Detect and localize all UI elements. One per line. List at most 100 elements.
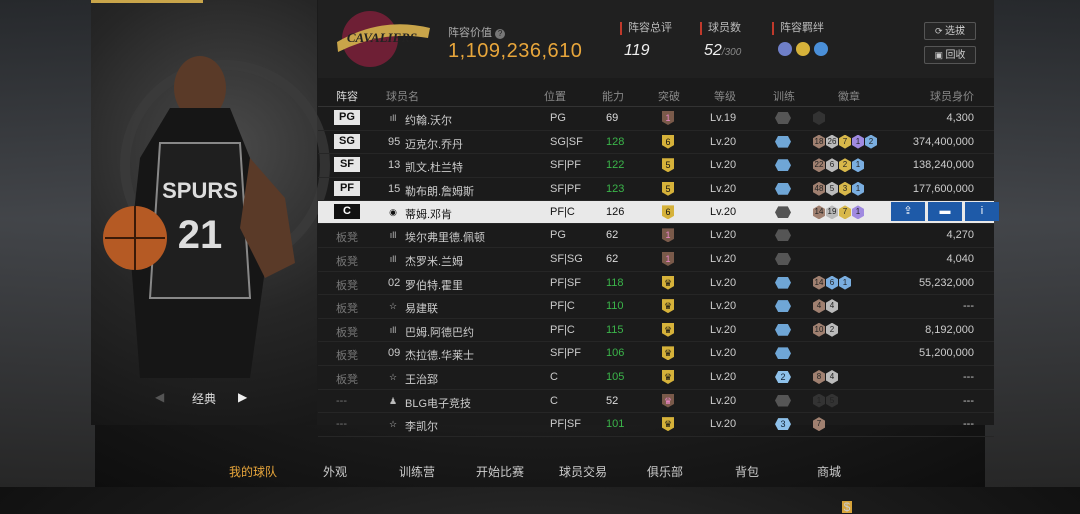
badge-icon: 2 [839,158,851,173]
row-actions: ⇪ ▬ i [888,202,999,222]
player-level: Lv.20 [710,347,737,360]
player-ability: 118 [606,276,624,289]
col-name[interactable]: 球员名 [386,88,419,104]
col-badges[interactable]: 徽章 [838,88,860,104]
select-button[interactable]: ⟳ 选拔 [924,22,976,40]
prev-arrow-icon[interactable]: ◀ [155,390,164,404]
jersey-number-text: 21 [178,213,223,257]
player-count: 52/300 [704,42,742,59]
col-price[interactable]: 球员身价 [930,88,974,104]
jersey-number: 13 [388,159,401,172]
col-level[interactable]: 等级 [714,88,736,104]
breakthrough-badge: ♛ [662,322,674,337]
col-breakthrough[interactable]: 突破 [658,88,680,104]
transfer-button[interactable]: ⇪ [891,202,925,222]
bond-icon-3[interactable] [814,42,828,56]
roster-header: CAVALIERS 阵容价值 ? 1,109,236,610 阵容总评 119 … [318,0,994,78]
table-row[interactable]: 板凳 ıll 巴姆.阿德巴约 PF|C 115 ♛ Lv.20 10 2 8,192,000 [318,319,994,343]
badge-icon: 1 [839,275,851,290]
train-button[interactable]: ▬ [928,202,962,222]
info-button[interactable]: i [965,202,999,222]
jersey-number: ♟ [388,395,398,407]
player-name: 迈克尔.乔丹 [405,138,464,151]
table-row[interactable]: 板凳 02 罗伯特.霍里 PF|SF 118 ♛ Lv.20 14 6 1 55,232,000 [318,272,994,296]
badge-list: 10 2 [813,322,838,337]
player-type-icon: ◉ [389,207,397,218]
cavaliers-logo: CAVALIERS [337,11,430,67]
badge-icon: 1 [852,158,864,173]
nav-shop[interactable]: 商城 $ [817,463,853,513]
badge-list [813,111,825,125]
bond-icon-2[interactable] [796,42,810,56]
bond-icons[interactable] [778,42,828,56]
nav-club[interactable]: 俱乐部 [647,463,683,480]
jersey-number: ıll [388,253,398,265]
col-position[interactable]: 位置 [544,88,566,104]
table-row-selected[interactable]: C ◉ 蒂姆.邓肯 PF|C 126 6 Lv.20 14 19 7 1 ⇪ ▬ i [318,201,999,225]
jersey-number: ☆ [388,371,398,383]
player-price: 55,232,000 [918,276,974,289]
bond-icon-1[interactable] [778,42,792,56]
arena-background-left [0,0,95,487]
table-row[interactable]: 板凳 ☆ 易建联 PF|C 110 ♛ Lv.20 4 4 --- [318,295,994,319]
slot-label: --- [336,394,347,407]
roster-table: 阵容 球员名 位置 能力 突破 等级 训练 徽章 球员身价 PG ıll 约翰.沃尔… [318,82,999,437]
nav-trade[interactable]: 球员交易 [559,463,607,480]
badge-icon: 5 [826,181,838,196]
player-position: SF|PF [550,159,581,172]
team-logo-text: CAVALIERS [347,30,417,45]
col-ability[interactable]: 能力 [602,88,624,104]
jersey-number: 95 [388,135,401,148]
breakthrough-badge: ♛ [662,369,674,384]
slot-label: 板凳 [336,255,358,268]
table-row[interactable]: 板凳 ıll 杰罗米.兰姆 SF|SG 62 1 Lv.20 4,040 [318,248,994,272]
player-price: 4,270 [946,229,974,242]
table-row[interactable]: 板凳 ıll 埃尔弗里德.佩顿 PG 62 1 Lv.20 4,270 [318,224,994,248]
table-row[interactable]: PG ıll 约翰.沃尔 PG 69 1 Lv.19 4,300 [318,107,994,131]
next-arrow-icon[interactable]: ▶ [238,390,247,404]
col-training[interactable]: 训练 [773,88,795,104]
badge-icon: 4 [826,369,838,384]
player-ability: 115 [606,323,624,336]
bottom-navigation: 我的球队 外观 训练营 开始比赛 球员交易 俱乐部 背包 商城 $ [0,425,1080,513]
player-price: 51,200,000 [918,347,974,360]
table-row[interactable]: 板凳 09 杰拉德.华莱士 SF|PF 106 ♛ Lv.20 51,200,000 [318,342,994,366]
badge-icon: 10 [813,322,825,337]
player-level: Lv.20 [710,370,737,383]
player-name: 杰罗米.兰姆 [405,255,464,268]
badge-icon: 1 [813,393,825,408]
col-slot[interactable]: 阵容 [336,88,358,104]
player-position: C [550,370,558,383]
player-level: Lv.20 [710,300,737,313]
player-position: PG [550,112,566,124]
badge-icon: 1 [852,134,864,149]
jersey-number: 15 [388,182,401,195]
training-icon [775,323,791,336]
table-row[interactable]: PF 15 勒布朗.詹姆斯 SF|PF 123 5 Lv.20 48 5 3 1 177,600,00… [318,178,994,202]
player-type-icon: ıll [389,230,397,241]
badge-icon: 48 [813,181,825,196]
table-row[interactable]: SF 13 凯文.杜兰特 SF|PF 122 5 Lv.20 22 6 2 1 138,240,000 [318,154,994,178]
nav-backpack[interactable]: 背包 [735,463,759,480]
player-position: PF|C [550,300,575,313]
player-price: 4,300 [946,112,974,124]
nav-training-camp[interactable]: 训练营 [399,463,435,480]
player-type-icon: ☆ [388,371,398,382]
help-icon[interactable]: ? [495,29,506,39]
badge-list: 84 [813,369,838,384]
table-row[interactable]: SG 95 迈克尔.乔丹 SG|SF 128 6 Lv.20 18 26 7 1 2 374,400,0… [318,131,994,155]
badge-icon: 6 [826,275,838,290]
nav-my-team[interactable]: 我的球队 [229,463,277,480]
player-ability: 126 [606,206,625,219]
table-row[interactable]: --- ♟ BLG电子竞技 C 52 ♛ Lv.20 1 5 --- [318,390,994,414]
badge-icon [813,111,825,125]
nav-appearance[interactable]: 外观 [323,463,347,480]
player-name: 罗伯特.霍里 [405,279,464,292]
badge-icon: 7 [839,134,851,149]
player-type-icon: ıll [389,253,397,264]
nav-start-game[interactable]: 开始比赛 [476,463,524,480]
table-row[interactable]: 板凳 ☆ 王治郅 C 105 ♛ Lv.20 2 8 4 --- [318,366,994,390]
badge-list: 15 [813,393,838,408]
jersey-number: ıll [388,324,398,336]
recycle-button[interactable]: ▣ 回收 [924,46,976,64]
